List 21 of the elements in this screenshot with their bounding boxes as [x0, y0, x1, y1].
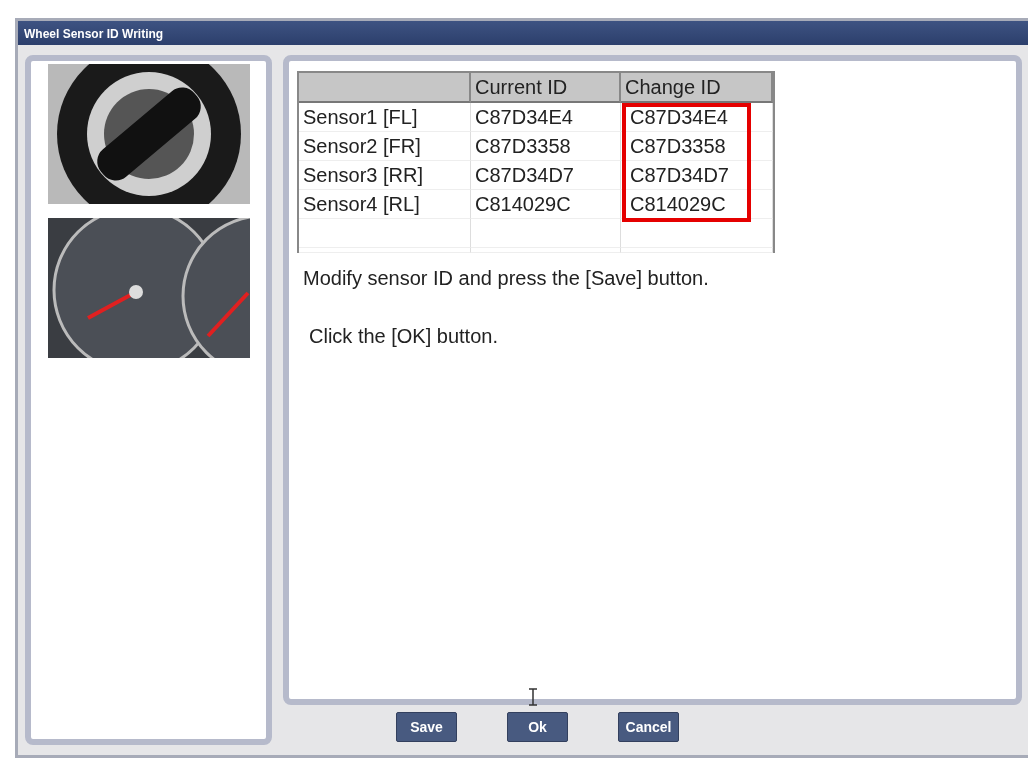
cancel-button[interactable]: Cancel [618, 712, 679, 742]
instruction-text: Click the [OK] button. [309, 324, 499, 349]
table-cell: C87D34D7 [621, 161, 773, 190]
window-title: Wheel Sensor ID Writing [18, 21, 1028, 45]
table-cell: C814029C [621, 190, 773, 219]
table-cell: C814029C [471, 190, 621, 219]
table-cell: C87D34E4 [621, 103, 773, 132]
table-cell: C87D3358 [621, 132, 773, 161]
table-cell: Sensor4 [RL] [299, 190, 471, 219]
column-header: Current ID [471, 73, 621, 103]
table-cell: Sensor1 [FL] [299, 103, 471, 132]
column-header: Change ID [621, 73, 773, 103]
save-button[interactable]: Save [396, 712, 457, 742]
instruction-text: Modify sensor ID and press the [Save] button. [303, 266, 710, 291]
table-cell: Sensor3 [RR] [299, 161, 471, 190]
text-cursor-icon [528, 688, 538, 706]
table-cell: Sensor2 [FR] [299, 132, 471, 161]
table-cell: C87D3358 [471, 132, 621, 161]
table-cell: C87D34D7 [471, 161, 621, 190]
table-cell: C87D34E4 [471, 103, 621, 132]
ok-button[interactable]: Ok [507, 712, 568, 742]
